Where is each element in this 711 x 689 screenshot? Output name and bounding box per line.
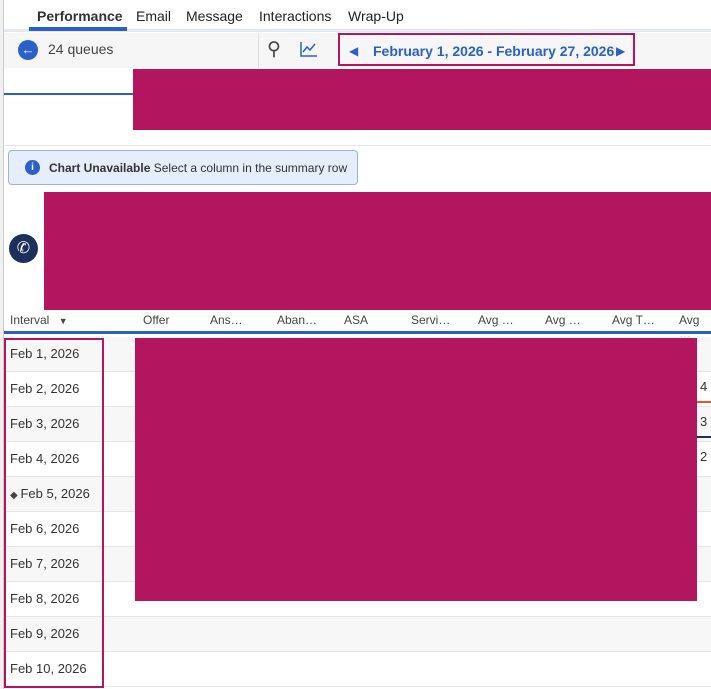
info-icon: i xyxy=(25,160,40,175)
column-interval[interactable]: Interval ▼ xyxy=(10,313,68,327)
tab-interactions[interactable]: Interactions xyxy=(259,8,331,24)
cell-fragment: 4 xyxy=(700,379,708,394)
divider xyxy=(258,33,259,68)
table-row[interactable]: Feb 10, 2026 xyxy=(4,652,711,687)
line-chart-icon[interactable] xyxy=(300,41,318,57)
column-avg-talk[interactable]: Avg T… xyxy=(612,313,655,327)
notice-text: Select a column in the summary row xyxy=(153,161,348,175)
column-avg-1[interactable]: Avg … xyxy=(478,313,514,327)
left-edge xyxy=(0,0,4,689)
divider xyxy=(4,145,711,146)
tab-message[interactable]: Message xyxy=(186,8,243,24)
redacted-region xyxy=(135,338,697,601)
sort-down-icon: ▼ xyxy=(58,316,68,326)
previous-range-icon[interactable]: ◀ xyxy=(349,44,358,58)
table-row[interactable]: Feb 9, 2026 xyxy=(4,617,711,652)
table-header: Interval ▼ Offer Ans… Aban… ASA Servi… A… xyxy=(4,310,711,341)
tab-performance[interactable]: Performance xyxy=(37,8,123,24)
search-icon[interactable]: ⚲ xyxy=(267,38,281,61)
date-range-label: February 1, 2026 - February 27, 2026 xyxy=(373,43,615,59)
back-arrow-icon[interactable]: ← xyxy=(18,40,38,60)
interval-column-highlight xyxy=(4,338,104,688)
redacted-region xyxy=(44,192,711,310)
column-avg-2[interactable]: Avg … xyxy=(545,313,581,327)
notice-title: Chart Unavailable xyxy=(49,161,151,175)
phone-icon: ✆ xyxy=(9,234,38,263)
chart-unavailable-notice: Chart Unavailable Select a column in the… xyxy=(8,150,358,185)
column-abandoned[interactable]: Aban… xyxy=(277,313,317,327)
redacted-region xyxy=(133,69,711,130)
column-asa[interactable]: ASA xyxy=(344,313,368,327)
tab-email[interactable]: Email xyxy=(136,8,171,24)
column-service-level[interactable]: Servi… xyxy=(411,313,450,327)
active-tab-indicator xyxy=(29,27,127,31)
column-answered[interactable]: Ans… xyxy=(210,313,243,327)
tab-wrap-up[interactable]: Wrap-Up xyxy=(348,8,404,24)
cell-fragment: 3 xyxy=(700,414,708,429)
next-range-icon[interactable]: ▶ xyxy=(616,44,625,58)
column-offer[interactable]: Offer xyxy=(143,313,169,327)
cell-fragment: 2 xyxy=(700,449,708,464)
queue-count: 24 queues xyxy=(48,41,114,57)
section-underline xyxy=(4,93,134,95)
